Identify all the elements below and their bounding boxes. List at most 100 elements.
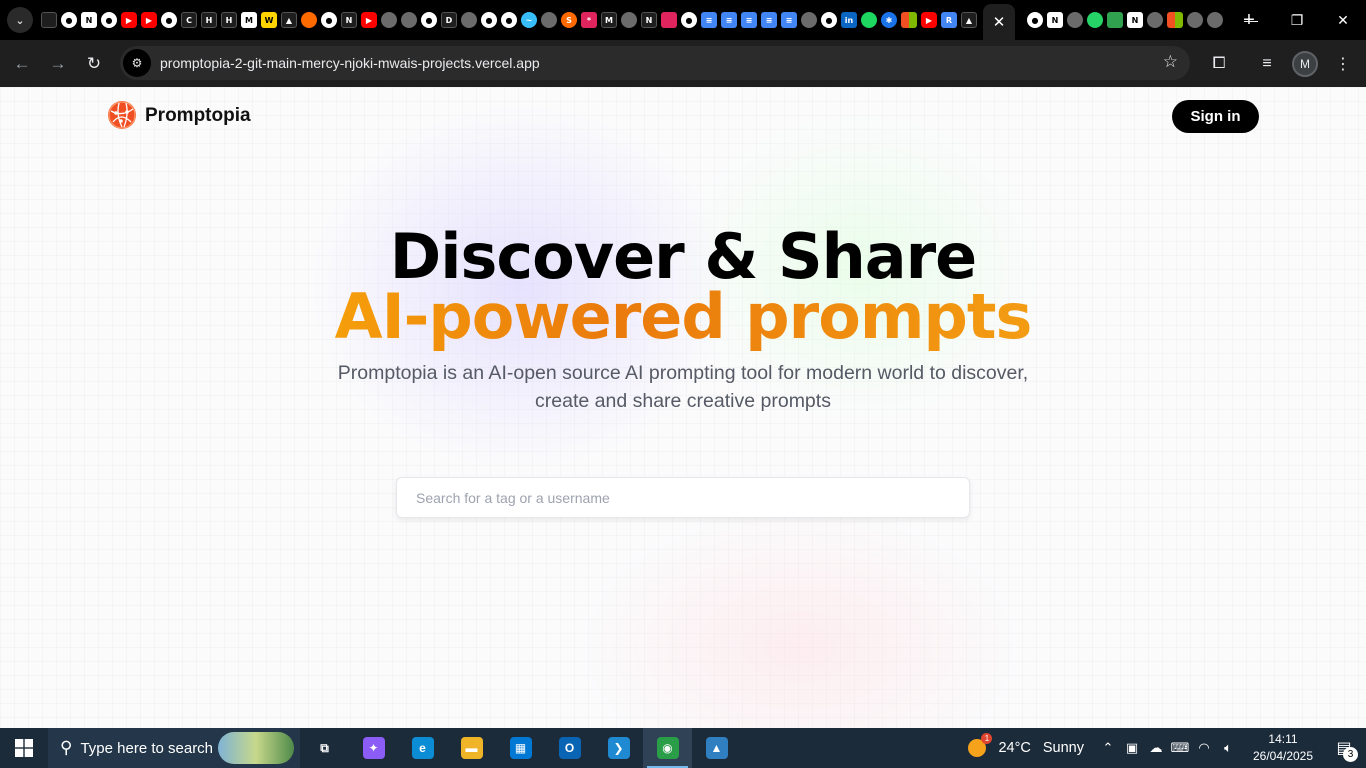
- pinned-tab[interactable]: N: [1125, 0, 1145, 40]
- pinned-tab[interactable]: ▶: [139, 0, 159, 40]
- chevron-up-icon[interactable]: ⌃: [1096, 728, 1120, 768]
- pinned-tab[interactable]: [399, 0, 419, 40]
- pinned-tab[interactable]: ●: [679, 0, 699, 40]
- pinned-tab[interactable]: [379, 0, 399, 40]
- pinned-tab[interactable]: S: [559, 0, 579, 40]
- task-view-taskbar-button[interactable]: ⧉: [300, 728, 349, 768]
- pinned-tab[interactable]: [659, 0, 679, 40]
- pinned-tab[interactable]: ✱: [879, 0, 899, 40]
- pinned-tab[interactable]: [1205, 0, 1225, 40]
- chrome-taskbar-button[interactable]: ◉: [643, 728, 692, 768]
- pinned-tab[interactable]: [859, 0, 879, 40]
- pinned-tab[interactable]: [1085, 0, 1105, 40]
- pinned-tab[interactable]: ~: [519, 0, 539, 40]
- system-clock[interactable]: 14:11 26/04/2025: [1244, 731, 1322, 765]
- copilot-taskbar-button[interactable]: ✦: [349, 728, 398, 768]
- brand-name[interactable]: Promptopia: [145, 105, 251, 127]
- pinned-tab[interactable]: N: [639, 0, 659, 40]
- promptopia-logo-icon[interactable]: [107, 100, 137, 130]
- pinned-tab[interactable]: ▲: [959, 0, 979, 40]
- pinned-tab[interactable]: *: [579, 0, 599, 40]
- pinned-tab[interactable]: ●: [419, 0, 439, 40]
- reload-icon[interactable]: ↻: [76, 46, 112, 82]
- photos-taskbar-button[interactable]: ▲: [692, 728, 741, 768]
- pinned-tab[interactable]: M: [599, 0, 619, 40]
- media-control-icon[interactable]: ≡: [1248, 45, 1286, 83]
- taskbar-search-box[interactable]: ⚲ Type here to search: [48, 728, 300, 768]
- back-arrow-icon[interactable]: ←: [4, 46, 40, 82]
- wifi-icon[interactable]: ◠: [1192, 728, 1216, 768]
- pinned-tab[interactable]: C: [179, 0, 199, 40]
- sign-in-button[interactable]: Sign in: [1172, 100, 1259, 133]
- active-tab-close-icon[interactable]: ✕: [983, 4, 1015, 40]
- repo-icon: R: [941, 12, 957, 28]
- bookmark-star-icon[interactable]: ☆: [1163, 52, 1178, 72]
- edge-taskbar-button[interactable]: e: [398, 728, 447, 768]
- pinned-tab[interactable]: ●: [819, 0, 839, 40]
- pinned-tab[interactable]: N: [339, 0, 359, 40]
- forward-arrow-icon[interactable]: →: [40, 46, 76, 82]
- close-window-button[interactable]: ✕: [1320, 0, 1366, 40]
- pinned-tab[interactable]: in: [839, 0, 859, 40]
- browser-menu-icon[interactable]: ⋮: [1324, 45, 1362, 83]
- pinned-tab[interactable]: N: [79, 0, 99, 40]
- pinned-tab[interactable]: [539, 0, 559, 40]
- pinned-tab[interactable]: H: [219, 0, 239, 40]
- pinned-tab[interactable]: [39, 0, 59, 40]
- pinned-tab[interactable]: ▶: [119, 0, 139, 40]
- pinned-tab[interactable]: [619, 0, 639, 40]
- pinned-tab[interactable]: ▶: [359, 0, 379, 40]
- windows-start-button[interactable]: [0, 728, 48, 768]
- file-explorer-taskbar-button[interactable]: ▬: [447, 728, 496, 768]
- pinned-tab[interactable]: [1185, 0, 1205, 40]
- search-input[interactable]: [396, 477, 970, 518]
- pinned-tab[interactable]: D: [439, 0, 459, 40]
- volume-icon[interactable]: 🔈︎: [1216, 728, 1240, 768]
- pinned-tab[interactable]: ●: [319, 0, 339, 40]
- pinned-tab[interactable]: N: [1045, 0, 1065, 40]
- notification-center-icon[interactable]: ▤ 3: [1322, 728, 1366, 768]
- pinned-tab[interactable]: [1145, 0, 1165, 40]
- edge-icon: e: [411, 737, 434, 759]
- microsoft-store-taskbar-button[interactable]: ▦: [496, 728, 545, 768]
- pinned-tab[interactable]: ●: [99, 0, 119, 40]
- pinned-tab[interactable]: [1105, 0, 1125, 40]
- site-info-icon[interactable]: ⚙: [123, 49, 151, 77]
- tab-search-chevron-icon[interactable]: ⌄: [7, 7, 33, 33]
- outlook-taskbar-button[interactable]: O: [545, 728, 594, 768]
- pinned-tab[interactable]: M: [239, 0, 259, 40]
- pinned-tab[interactable]: [1065, 0, 1085, 40]
- pinned-tab[interactable]: ●: [1025, 0, 1045, 40]
- pinned-tab[interactable]: ●: [479, 0, 499, 40]
- pinned-tab[interactable]: ≡: [759, 0, 779, 40]
- onedrive-icon[interactable]: ☁: [1144, 728, 1168, 768]
- pinned-tab[interactable]: [899, 0, 919, 40]
- minimize-button[interactable]: —: [1228, 0, 1274, 40]
- pinned-tab[interactable]: [799, 0, 819, 40]
- pinned-tab[interactable]: R: [939, 0, 959, 40]
- pinned-tab[interactable]: [1165, 0, 1185, 40]
- pinned-tab[interactable]: [459, 0, 479, 40]
- pinned-tab[interactable]: ●: [159, 0, 179, 40]
- pinned-tab[interactable]: ≡: [739, 0, 759, 40]
- weather-widget[interactable]: 1 24°C Sunny: [968, 733, 1084, 757]
- address-bar[interactable]: ⚙ promptopia-2-git-main-mercy-njoki-mwai…: [120, 46, 1190, 80]
- youtube-icon: ▶: [361, 12, 377, 28]
- pinned-tab[interactable]: ≡: [719, 0, 739, 40]
- pinned-tab[interactable]: ≡: [699, 0, 719, 40]
- pinned-tab[interactable]: H: [199, 0, 219, 40]
- pinned-tab[interactable]: [299, 0, 319, 40]
- pinned-tab[interactable]: ▶: [919, 0, 939, 40]
- pinned-tab[interactable]: ●: [499, 0, 519, 40]
- url-text[interactable]: promptopia-2-git-main-mercy-njoki-mwais-…: [160, 55, 540, 71]
- profile-avatar-button[interactable]: M: [1286, 45, 1324, 83]
- extensions-puzzle-icon[interactable]: ⧠: [1200, 45, 1238, 83]
- pinned-tab[interactable]: ●: [59, 0, 79, 40]
- keyboard-language-icon[interactable]: ⌨: [1168, 728, 1192, 768]
- pinned-tab[interactable]: W: [259, 0, 279, 40]
- pinned-tab[interactable]: ≡: [779, 0, 799, 40]
- restore-button[interactable]: ❐: [1274, 0, 1320, 40]
- vscode-taskbar-button[interactable]: ❯: [594, 728, 643, 768]
- pinned-tab[interactable]: ▲: [279, 0, 299, 40]
- meet-now-icon[interactable]: ▣: [1120, 728, 1144, 768]
